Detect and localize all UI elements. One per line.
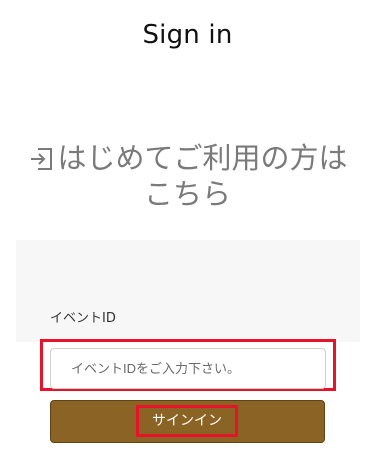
- event-id-panel: [16, 240, 360, 342]
- first-time-user-label: はじめてご利用の方はこちら: [57, 141, 348, 211]
- login-icon: [31, 148, 53, 170]
- event-id-input[interactable]: [50, 348, 326, 389]
- event-id-label: イベントID: [50, 311, 116, 326]
- button-highlight-box: [136, 405, 238, 437]
- first-time-user-link[interactable]: はじめてご利用の方はこちら: [16, 140, 359, 212]
- page-title: Sign in: [142, 20, 233, 50]
- sign-in-page: Sign in はじめてご利用の方はこちら イベントID サインイン: [0, 0, 375, 461]
